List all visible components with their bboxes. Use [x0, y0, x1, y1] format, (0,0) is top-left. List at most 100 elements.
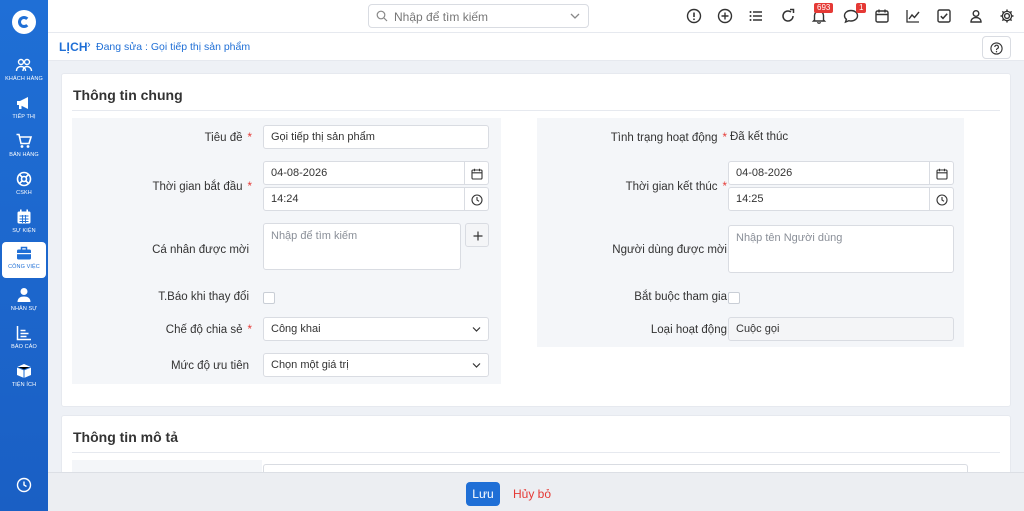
- sidebar-item-label: NHÂN SỰ: [10, 306, 38, 312]
- chevron-down-icon[interactable]: [570, 12, 580, 20]
- person-icon: [17, 288, 31, 302]
- invitees-search-input[interactable]: Nhập để tìm kiếm: [263, 223, 461, 270]
- subject-label: Tiêu đề *: [204, 132, 252, 144]
- activity-type-label: Loại hoạt động: [650, 324, 727, 336]
- start-time-input[interactable]: 14:24: [263, 187, 465, 211]
- message-count-badge: 1: [856, 3, 867, 13]
- sidebar-item-events[interactable]: SỰ KIỆN: [2, 206, 46, 242]
- add-circle-icon[interactable]: [717, 8, 733, 24]
- breadcrumb-separator-icon: ›: [87, 39, 91, 51]
- general-info-card: Thông tin chung Tiêu đề * Gọi tiếp thị sả…: [61, 73, 1011, 407]
- search-icon: [376, 10, 388, 22]
- priority-label: Mức độ ưu tiên: [170, 360, 249, 372]
- sidebar-item-utilities[interactable]: TIỆN ÍCH: [2, 360, 46, 396]
- status-label: Tình trạng hoạt động *: [610, 132, 727, 144]
- start-time-picker-button[interactable]: [465, 187, 489, 211]
- notification-count-badge: 693: [814, 3, 834, 13]
- chevron-down-icon: [472, 363, 481, 368]
- megaphone-icon: [17, 97, 28, 109]
- end-time-picker-button[interactable]: [930, 187, 954, 211]
- sidebar-item-marketing[interactable]: TIẾP THỊ: [2, 92, 46, 128]
- app-logo[interactable]: [12, 10, 36, 34]
- lifebuoy-icon: [16, 171, 32, 187]
- sidebar-item-label: TIẾP THỊ: [12, 114, 36, 120]
- save-button[interactable]: Lưu: [466, 482, 500, 506]
- mandatory-attendance-label: Bắt buộc tham gia: [634, 291, 727, 303]
- share-mode-select[interactable]: Công khai: [263, 317, 489, 341]
- gear-icon[interactable]: [999, 8, 1015, 24]
- calendar-icon: [936, 168, 948, 180]
- breadcrumb-root-link[interactable]: LỊCH: [59, 40, 88, 54]
- calendar-icon[interactable]: [874, 8, 890, 24]
- start-time-label: Thời gian bắt đầu *: [152, 181, 252, 193]
- customers-icon: [15, 58, 33, 72]
- invited-users-input[interactable]: Nhập tên Người dùng: [728, 225, 954, 273]
- help-icon: [990, 42, 1003, 55]
- activity-type-value: Cuộc gọi: [728, 317, 954, 341]
- list-icon[interactable]: [748, 8, 764, 24]
- divider: [72, 452, 1000, 453]
- sidebar: KHÁCH HÀNG TIẾP THỊ BÁN HÀNG CSKH SỰ KIỆ…: [0, 0, 48, 511]
- notify-on-change-label: T.Báo khi thay đổi: [158, 291, 249, 303]
- invited-users-label: Người dùng được mời: [612, 244, 727, 256]
- search-input[interactable]: Nhập để tìm kiếm: [394, 10, 488, 24]
- add-invitee-button[interactable]: [465, 223, 489, 247]
- help-button[interactable]: [982, 36, 1011, 59]
- clock-icon: [471, 194, 483, 206]
- priority-select[interactable]: Chọn một giá trị: [263, 353, 489, 377]
- notify-on-change-checkbox[interactable]: [263, 292, 275, 304]
- cart-icon: [16, 133, 33, 148]
- calendar-icon: [17, 209, 31, 224]
- sidebar-item-reports[interactable]: BÁO CÁO: [2, 322, 46, 358]
- sidebar-item-label: KHÁCH HÀNG: [5, 76, 43, 82]
- sidebar-item-tasks[interactable]: CÔNG VIỆC: [2, 242, 46, 278]
- sidebar-item-label: CÔNG VIỆC: [8, 264, 40, 270]
- sidebar-item-label: TIỆN ÍCH: [11, 382, 37, 388]
- end-date-picker-button[interactable]: [930, 161, 954, 185]
- priority-value: Chọn một giá trị: [271, 359, 349, 371]
- status-value: Đã kết thúc: [730, 131, 789, 143]
- bar-chart-icon: [16, 326, 31, 341]
- plus-icon: [473, 231, 483, 241]
- start-date-input[interactable]: 04-08-2026: [263, 161, 465, 185]
- invitees-label: Cá nhân được mời: [152, 244, 249, 256]
- refresh-icon[interactable]: [780, 8, 796, 24]
- sidebar-item-label: BÁO CÁO: [11, 344, 37, 350]
- left-form-panel: Tiêu đề * Gọi tiếp thị sản phẩm Thời gian…: [72, 118, 501, 384]
- user-icon[interactable]: [968, 8, 984, 24]
- box-icon: [16, 364, 32, 378]
- checkbox-icon[interactable]: [936, 8, 952, 24]
- top-bar: Nhập để tìm kiếm 693 1: [48, 0, 1024, 33]
- sidebar-item-sales[interactable]: BÁN HÀNG: [2, 130, 46, 166]
- mandatory-attendance-checkbox[interactable]: [728, 292, 740, 304]
- share-mode-value: Công khai: [271, 323, 321, 335]
- end-time-input[interactable]: 14:25: [728, 187, 930, 211]
- clock-icon[interactable]: [16, 477, 32, 498]
- breadcrumb: LỊCH › Đang sửa : Gọi tiếp thị sản phẩm: [48, 33, 1024, 61]
- breadcrumb-current: Đang sửa : Gọi tiếp thị sản phẩm: [96, 41, 251, 53]
- sidebar-item-label: BÁN HÀNG: [9, 152, 39, 158]
- sidebar-item-label: CSKH: [16, 190, 32, 196]
- end-time-label: Thời gian kết thúc *: [625, 181, 727, 193]
- subject-input[interactable]: Gọi tiếp thị sản phẩm: [263, 125, 489, 149]
- global-search[interactable]: Nhập để tìm kiếm: [368, 4, 589, 28]
- sidebar-item-label: SỰ KIỆN: [12, 228, 36, 234]
- clock-icon: [936, 194, 948, 206]
- form-footer: Lưu Hủy bỏ: [48, 472, 1024, 511]
- chevron-down-icon: [472, 327, 481, 332]
- alert-icon[interactable]: [686, 8, 702, 24]
- share-mode-label: Chế độ chia sẻ *: [165, 324, 252, 336]
- sidebar-item-hr[interactable]: NHÂN SỰ: [2, 284, 46, 320]
- trend-chart-icon[interactable]: [905, 8, 921, 24]
- briefcase-icon: [17, 246, 31, 260]
- cancel-button[interactable]: Hủy bỏ: [513, 482, 551, 506]
- divider: [72, 110, 1000, 111]
- section-title: Thông tin chung: [73, 87, 183, 103]
- right-form-panel: Tình trạng hoạt động * Đã kết thúc Thời g…: [537, 118, 964, 347]
- calendar-icon: [471, 168, 483, 180]
- section-title: Thông tin mô tả: [73, 429, 178, 445]
- start-date-picker-button[interactable]: [465, 161, 489, 185]
- sidebar-item-customers[interactable]: KHÁCH HÀNG: [2, 54, 46, 90]
- end-date-input[interactable]: 04-08-2026: [728, 161, 930, 185]
- sidebar-item-support[interactable]: CSKH: [2, 168, 46, 204]
